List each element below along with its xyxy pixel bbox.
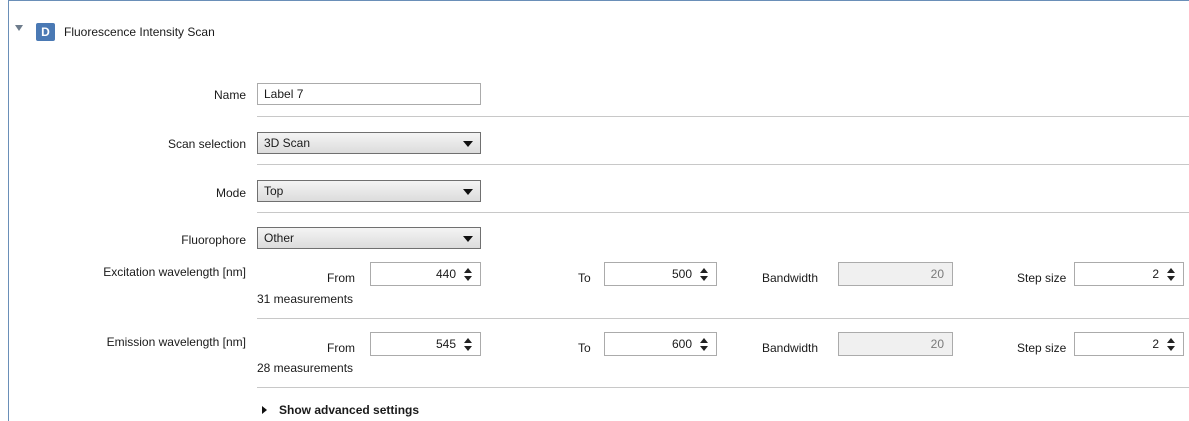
advanced-settings-label: Show advanced settings — [279, 403, 420, 417]
spin-down-icon[interactable] — [1167, 276, 1175, 281]
emission-bandwidth-label: Bandwidth — [762, 341, 819, 355]
excitation-to-spinner[interactable]: 500 — [604, 262, 717, 286]
collapse-triangle-icon[interactable] — [15, 25, 23, 31]
divider — [257, 116, 1189, 117]
fluorophore-value: Other — [264, 231, 295, 245]
excitation-from-value: 440 — [435, 267, 456, 281]
scan-selection-label: Scan selection — [167, 137, 246, 151]
mode-dropdown[interactable]: Top — [257, 180, 481, 202]
divider — [257, 164, 1189, 165]
excitation-measurements: 31 measurements — [257, 292, 354, 306]
emission-to-spinner[interactable]: 600 — [604, 332, 717, 356]
excitation-bandwidth-value: 20 — [930, 267, 944, 281]
spin-down-icon[interactable] — [1167, 346, 1175, 351]
spin-up-icon[interactable] — [700, 338, 708, 343]
emission-step-spinner[interactable]: 2 — [1074, 332, 1184, 356]
step-badge: D — [36, 23, 55, 41]
emission-measurements: 28 measurements — [257, 361, 354, 375]
excitation-step-label: Step size — [1017, 271, 1067, 285]
dropdown-arrow-icon — [463, 141, 473, 147]
spin-down-icon[interactable] — [700, 346, 708, 351]
spin-down-icon[interactable] — [700, 276, 708, 281]
spin-up-icon[interactable] — [1167, 338, 1175, 343]
emission-step-label: Step size — [1017, 341, 1067, 355]
excitation-bandwidth-label: Bandwidth — [762, 271, 819, 285]
fluorophore-dropdown[interactable]: Other — [257, 227, 481, 249]
emission-wavelength-label: Emission wavelength [nm] — [106, 335, 246, 349]
emission-bandwidth-value: 20 — [930, 337, 944, 351]
panel-title: Fluorescence Intensity Scan — [64, 25, 215, 39]
excitation-from-label: From — [327, 271, 355, 285]
dropdown-arrow-icon — [463, 236, 473, 242]
excitation-step-spinner[interactable]: 2 — [1074, 262, 1184, 286]
spin-down-icon[interactable] — [464, 276, 472, 281]
divider — [257, 318, 1189, 319]
excitation-step-value: 2 — [1152, 267, 1159, 281]
spin-up-icon[interactable] — [464, 268, 472, 273]
spin-up-icon[interactable] — [1167, 268, 1175, 273]
fluorophore-label: Fluorophore — [181, 233, 246, 247]
spin-up-icon[interactable] — [464, 338, 472, 343]
expand-triangle-icon — [262, 406, 267, 414]
excitation-from-spinner[interactable]: 440 — [370, 262, 481, 286]
divider — [257, 387, 1189, 388]
name-label: Name — [213, 88, 246, 102]
scan-panel — [8, 0, 1189, 421]
emission-to-label: To — [578, 341, 591, 355]
spin-down-icon[interactable] — [464, 346, 472, 351]
name-input[interactable]: Label 7 — [257, 83, 481, 105]
emission-to-value: 600 — [671, 337, 692, 351]
scan-selection-dropdown[interactable]: 3D Scan — [257, 132, 481, 154]
excitation-to-label: To — [578, 271, 591, 285]
dropdown-arrow-icon — [463, 189, 473, 195]
excitation-bandwidth-field: 20 — [838, 262, 953, 286]
emission-from-spinner[interactable]: 545 — [370, 332, 481, 356]
spin-up-icon[interactable] — [700, 268, 708, 273]
emission-from-label: From — [327, 341, 355, 355]
excitation-to-value: 500 — [671, 267, 692, 281]
emission-step-value: 2 — [1152, 337, 1159, 351]
excitation-wavelength-label: Excitation wavelength [nm] — [103, 265, 246, 279]
emission-from-value: 545 — [435, 337, 456, 351]
mode-label: Mode — [215, 186, 246, 200]
emission-bandwidth-field: 20 — [838, 332, 953, 356]
scan-selection-value: 3D Scan — [264, 136, 311, 150]
mode-value: Top — [264, 184, 284, 198]
divider — [257, 212, 1189, 213]
